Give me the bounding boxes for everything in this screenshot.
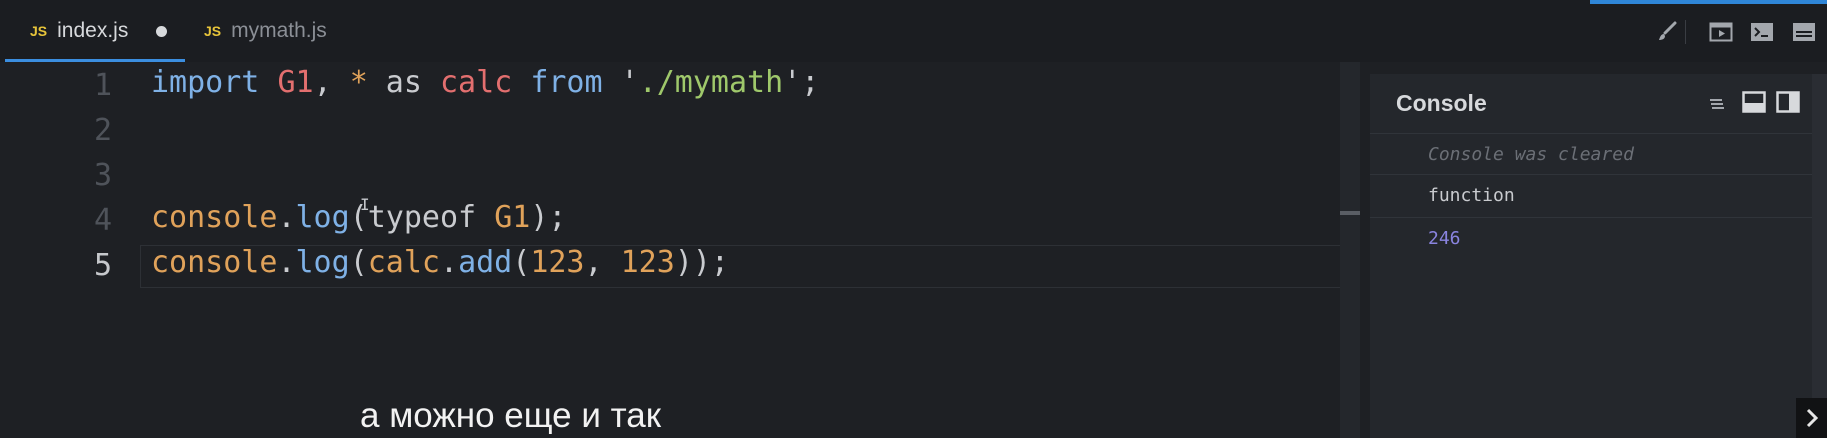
console-scrollbar[interactable] [1812, 74, 1827, 438]
brush-icon[interactable] [1655, 21, 1679, 43]
console-row-output: 246 [1370, 217, 1827, 259]
code-token: calc [367, 245, 440, 280]
code-token: . [277, 245, 296, 280]
toolbar-divider [1685, 20, 1686, 44]
clear-console-icon[interactable] [1708, 94, 1726, 117]
console-row-cleared: Console was cleared [1370, 133, 1827, 175]
code-token: ); [530, 200, 567, 235]
line-number: 4 [93, 203, 112, 238]
console-row-output: function [1370, 174, 1827, 216]
code-token: log [295, 245, 350, 280]
line-number: 1 [93, 68, 112, 103]
layout-icon[interactable] [1792, 21, 1816, 43]
code-token: 123 [620, 245, 675, 280]
code-token: G1 [277, 65, 314, 100]
preview-icon[interactable] [1709, 21, 1733, 43]
code-token: . [277, 200, 296, 235]
tab-mymath-js[interactable]: JS mymath.js [204, 0, 327, 62]
code-token: console [151, 245, 278, 280]
code-token: log [295, 200, 350, 235]
js-file-icon: JS [204, 23, 222, 39]
line-number: 2 [93, 113, 112, 148]
code-token: calc [440, 65, 513, 100]
code-token: * [349, 65, 368, 100]
code-token: import [151, 65, 260, 100]
code-token: )); [674, 245, 729, 280]
console-title: Console [1396, 90, 1487, 116]
code-token: '; [783, 65, 820, 100]
video-subtitle: а можно еще и так [360, 396, 662, 435]
js-file-icon: JS [30, 23, 48, 39]
code-token: G1 [494, 200, 531, 235]
code-token: console [151, 200, 278, 235]
code-line-1[interactable]: import G1, * as calc from './mymath'; [151, 62, 819, 104]
code-token: ' [602, 65, 639, 100]
line-number: 3 [93, 158, 112, 193]
code-token: 123 [530, 245, 585, 280]
line-number-current: 5 [93, 248, 112, 283]
editor-scrollbar[interactable] [1340, 62, 1360, 438]
code-line-4[interactable]: console.log(typeof G1); [151, 197, 566, 239]
dock-bottom-icon[interactable] [1742, 91, 1766, 118]
code-line-5[interactable]: console.log(calc.add(123, 123)); [151, 242, 729, 284]
terminal-icon[interactable] [1750, 21, 1774, 43]
text-cursor-icon: I [360, 195, 370, 214]
next-chevron-button[interactable] [1796, 398, 1827, 438]
code-token: ( [512, 245, 531, 280]
code-token: as [367, 65, 440, 100]
code-editor[interactable]: 1 2 3 4 5 import G1, * as calc from './m… [0, 62, 1358, 438]
code-token: ( [349, 245, 368, 280]
tab-label: index.js [57, 19, 129, 42]
code-token: , [313, 65, 350, 100]
tab-bar: JS index.js JS mymath.js [0, 0, 1827, 62]
console-panel: Console Console was cleared function 246 [1370, 74, 1827, 438]
unsaved-dot-icon [156, 25, 168, 37]
code-token: add [458, 245, 513, 280]
console-header: Console [1370, 74, 1827, 134]
scrollbar-thumb[interactable] [1340, 211, 1360, 215]
code-token: (typeof [349, 200, 495, 235]
dock-right-icon[interactable] [1776, 91, 1800, 118]
tab-label: mymath.js [231, 19, 327, 42]
tab-index-js[interactable]: JS index.js [4, 0, 186, 62]
chevron-right-icon [1806, 408, 1818, 428]
top-progress-bar [1590, 0, 1827, 4]
code-token: , [584, 245, 621, 280]
code-token: . [440, 245, 459, 280]
code-token: ./mymath [638, 65, 784, 100]
code-token: from [530, 65, 603, 100]
